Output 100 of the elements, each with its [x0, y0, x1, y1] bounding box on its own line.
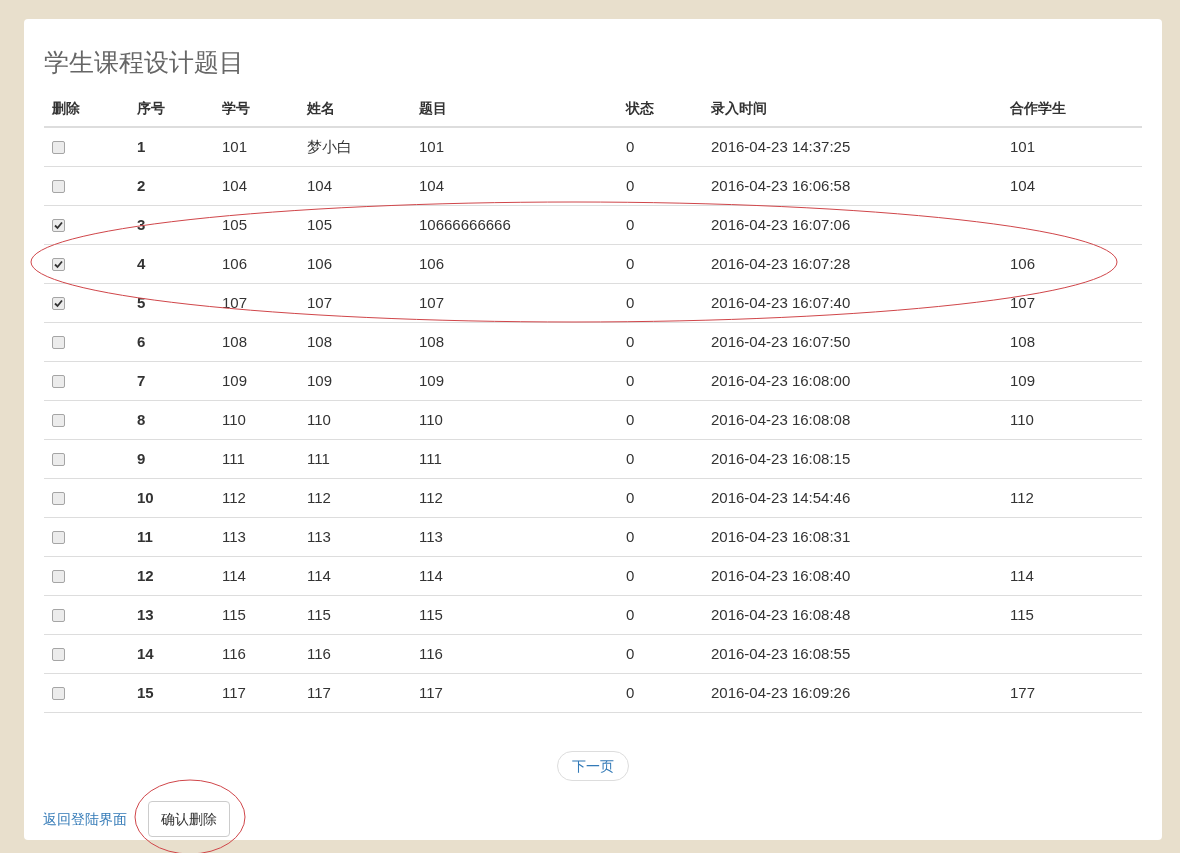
table-cell-text: 10: [137, 487, 154, 508]
table-cell-text: 107: [419, 292, 445, 313]
delete-checkbox[interactable]: [52, 296, 65, 310]
table-cell-text: 9: [137, 448, 146, 469]
delete-checkbox[interactable]: [52, 686, 65, 700]
table-cell-text: 0: [626, 175, 635, 196]
table-cell-text: 113: [307, 526, 331, 547]
table-cell-text: 7: [137, 370, 146, 391]
table-cell-text: 1: [137, 136, 146, 157]
table-cell-text: 4: [137, 253, 146, 274]
table-cell-text: 12: [137, 565, 154, 586]
table-cell-text: 109: [1010, 370, 1036, 391]
table-cell-text: 107: [1010, 292, 1036, 313]
delete-checkbox[interactable]: [52, 608, 65, 622]
column-header: 学号: [222, 99, 250, 116]
table-cell-text: 112: [1010, 487, 1034, 508]
table-cell-text: 108: [307, 331, 333, 352]
table-cell-text: 104: [419, 175, 445, 196]
next-page-button[interactable]: 下一页: [557, 751, 629, 781]
table-cell-text: 2016-04-23 16:08:55: [711, 643, 851, 664]
table-cell-text: 107: [222, 292, 248, 313]
delete-checkbox[interactable]: [52, 257, 65, 271]
table-cell-text: 10666666666: [419, 214, 511, 235]
table-cell-text: 0: [626, 526, 635, 547]
delete-checkbox[interactable]: [52, 452, 65, 466]
delete-checkbox[interactable]: [52, 413, 65, 427]
table-cell-text: 2016-04-23 16:08:15: [711, 448, 851, 469]
table-cell-text: 108: [1010, 331, 1036, 352]
table-cell-text: 104: [1010, 175, 1036, 196]
table-cell-text: 116: [307, 643, 331, 664]
table-cell-text: 0: [626, 487, 635, 508]
column-header: 录入时间: [711, 99, 767, 116]
table-cell-text: 0: [626, 214, 635, 235]
table-cell-text: 105: [222, 214, 248, 235]
delete-checkbox[interactable]: [52, 374, 65, 388]
delete-checkbox[interactable]: [52, 140, 65, 154]
table-cell-text: 2016-04-23 16:08:08: [711, 409, 851, 430]
table-cell-text: 0: [626, 292, 635, 313]
table-cell-text: 115: [1010, 604, 1034, 625]
table-cell-text: 115: [222, 604, 246, 625]
table-cell-text: 0: [626, 409, 635, 430]
table-cell-text: 114: [1010, 565, 1034, 586]
column-header: 删除: [52, 99, 80, 116]
delete-checkbox[interactable]: [52, 335, 65, 349]
table-cell-text: 2016-04-23 16:06:58: [711, 175, 851, 196]
table-cell-text: 8: [137, 409, 146, 430]
table-cell-text: 0: [626, 253, 635, 274]
table-cell-text: 0: [626, 565, 635, 586]
table-cell-text: 110: [222, 409, 246, 430]
table-cell-text: 0: [626, 643, 635, 664]
table-cell-text: 109: [222, 370, 248, 391]
table-cell-text: 111: [419, 448, 442, 469]
table-cell-text: 5: [137, 292, 146, 313]
table-cell-text: 2016-04-23 16:07:28: [711, 253, 851, 274]
column-header: 题目: [419, 99, 447, 116]
table-cell-text: 109: [307, 370, 333, 391]
table-cell-text: 111: [307, 448, 330, 469]
back-to-login-link[interactable]: 返回登陆界面: [43, 808, 127, 830]
table-cell-text: 114: [222, 565, 246, 586]
table-cell-text: 104: [222, 175, 248, 196]
table-cell-text: 104: [307, 175, 333, 196]
table-cell-text: 梦小白: [307, 136, 352, 157]
delete-checkbox[interactable]: [52, 218, 65, 232]
table-cell-text: 177: [1010, 682, 1036, 703]
table-cell-text: 2016-04-23 16:07:50: [711, 331, 851, 352]
table-cell-text: 116: [222, 643, 246, 664]
table-cell-text: 101: [222, 136, 248, 157]
table-cell-text: 112: [307, 487, 331, 508]
table-cell-text: 0: [626, 682, 635, 703]
table-cell-text: 113: [419, 526, 443, 547]
delete-checkbox[interactable]: [52, 569, 65, 583]
table-cell-text: 112: [419, 487, 443, 508]
table-cell-text: 112: [222, 487, 246, 508]
table-cell-text: 0: [626, 448, 635, 469]
table-cell-text: 101: [419, 136, 445, 157]
table-cell-text: 2016-04-23 14:37:25: [711, 136, 851, 157]
table-cell-text: 117: [222, 682, 246, 703]
column-header: 状态: [626, 99, 654, 116]
table-cell-text: 110: [307, 409, 331, 430]
table-cell-text: 107: [307, 292, 333, 313]
table-cell-text: 2016-04-23 16:08:40: [711, 565, 851, 586]
table-cell-text: 117: [307, 682, 331, 703]
table-cell-text: 117: [419, 682, 443, 703]
delete-checkbox[interactable]: [52, 530, 65, 544]
delete-checkbox[interactable]: [52, 491, 65, 505]
table-cell-text: 2016-04-23 16:07:40: [711, 292, 851, 313]
table-cell-text: 113: [222, 526, 246, 547]
table-cell-text: 14: [137, 643, 154, 664]
table-cell-text: 105: [307, 214, 333, 235]
delete-checkbox[interactable]: [52, 647, 65, 661]
confirm-delete-button[interactable]: 确认删除: [148, 801, 230, 837]
delete-checkbox[interactable]: [52, 179, 65, 193]
table-cell-text: 15: [137, 682, 154, 703]
table-cell-text: 108: [222, 331, 248, 352]
table-cell-text: 0: [626, 136, 635, 157]
table-cell-text: 116: [419, 643, 443, 664]
table-cell-text: 110: [1010, 409, 1034, 430]
page-title: 学生课程设计题目: [44, 47, 244, 78]
table-cell-text: 114: [419, 565, 443, 586]
table-cell-text: 2016-04-23 16:08:31: [711, 526, 851, 547]
